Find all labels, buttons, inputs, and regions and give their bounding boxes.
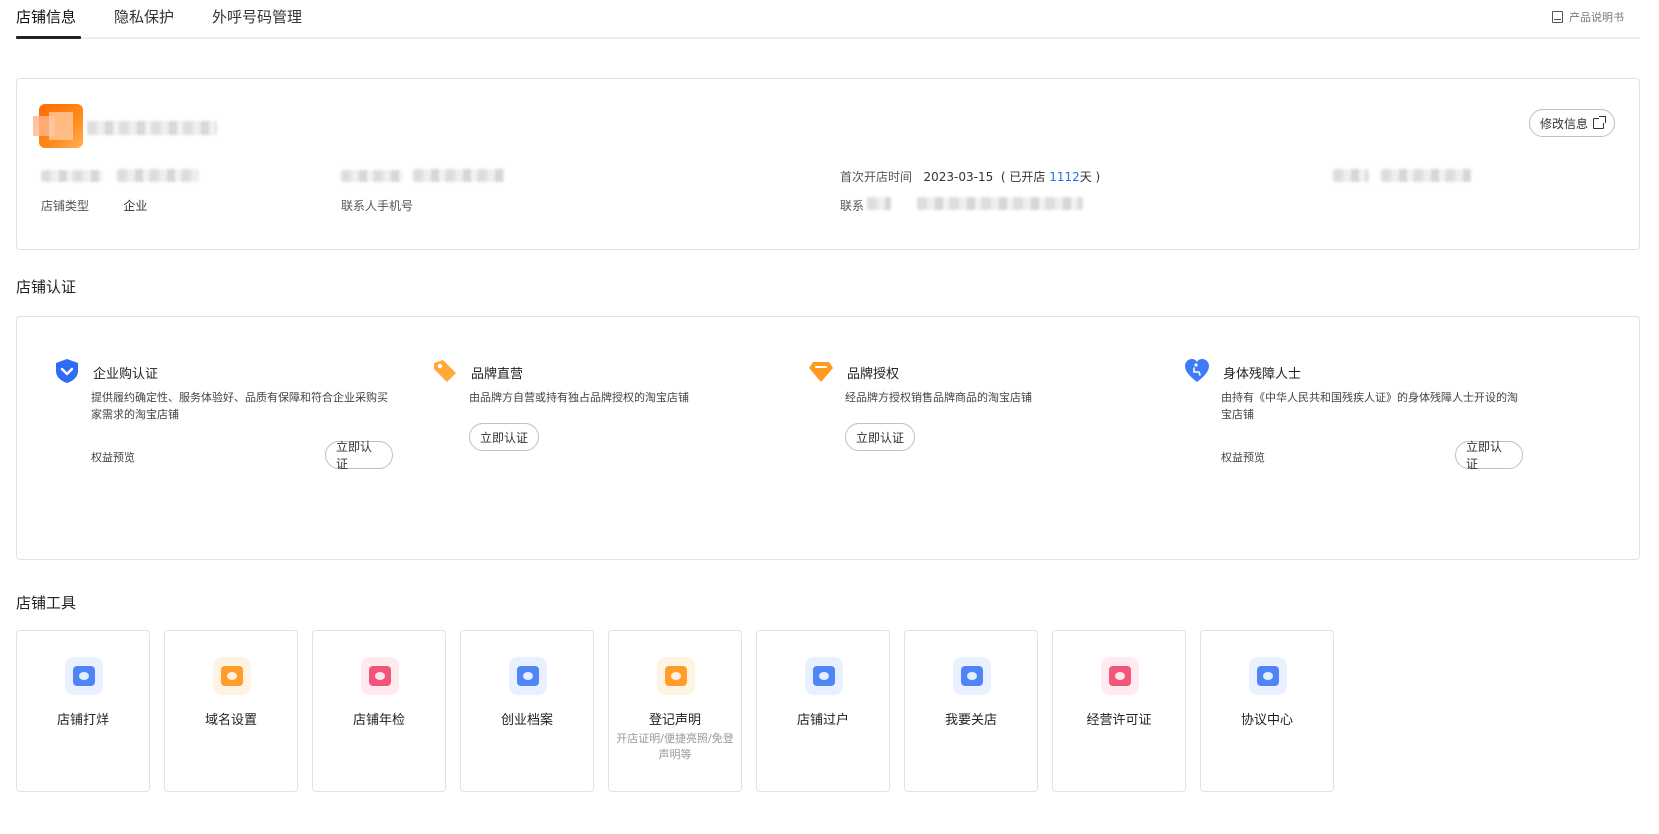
redacted-value <box>413 169 505 182</box>
inspection-shield-icon <box>361 657 399 695</box>
redacted-label <box>341 170 403 182</box>
tool-shop-transfer[interactable]: 店铺过户 <box>756 630 890 792</box>
domain-icon <box>213 657 251 695</box>
shop-info-card: 修改信息 首次开店时间 2023-03-15 ( 已开店 1112天 ) 店铺类… <box>16 78 1640 250</box>
cert-title: 品牌授权 <box>847 367 900 382</box>
tool-label: 店铺打烊 <box>56 713 109 728</box>
shield-check-icon <box>56 359 78 383</box>
days-open-prefix: ( 已开店 <box>1000 170 1046 184</box>
tool-domain-settings[interactable]: 域名设置 <box>164 630 298 792</box>
tool-label: 登记声明 <box>648 713 701 728</box>
rights-preview-link[interactable]: 权益预览 <box>91 449 135 465</box>
certification-card: 企业购认证 提供履约确定性、服务体验好、品质有保障和符合企业采购买家需求的淘宝店… <box>16 316 1640 560</box>
tool-label: 协议中心 <box>1240 713 1293 728</box>
open-date-value: 2023-03-15 <box>923 170 994 184</box>
shop-logo <box>33 104 83 148</box>
tool-label: 店铺年检 <box>352 713 405 728</box>
tabs-divider <box>16 37 1640 39</box>
tool-registration-statement[interactable]: 登记声明 开店证明/便捷亮照/免登声明等 <box>608 630 742 792</box>
active-tab-indicator <box>16 36 81 39</box>
tab-outbound-numbers[interactable]: 外呼号码管理 <box>212 6 302 27</box>
tool-shop-close[interactable]: 店铺打烊 <box>16 630 150 792</box>
shop-close-icon <box>65 657 103 695</box>
tool-close-shop[interactable]: 我要关店 <box>904 630 1038 792</box>
open-date-label: 首次开店时间 <box>840 170 913 184</box>
tool-label: 域名设置 <box>204 713 257 728</box>
contact-phone-label: 联系人手机号 <box>341 199 414 213</box>
tools-title: 店铺工具 <box>16 594 77 612</box>
redacted-label <box>1333 169 1369 182</box>
product-manual-link[interactable]: 产品说明书 <box>1552 9 1624 25</box>
edit-info-label: 修改信息 <box>1539 116 1588 131</box>
certify-now-button[interactable]: 立即认证 <box>469 423 540 451</box>
tool-agreement-center[interactable]: 协议中心 <box>1200 630 1334 792</box>
book-icon <box>1552 11 1563 23</box>
archive-icon <box>509 657 547 695</box>
redacted-value <box>1381 169 1471 182</box>
cert-title: 身体残障人士 <box>1223 367 1302 382</box>
tab-privacy[interactable]: 隐私保护 <box>114 6 174 27</box>
tab-shop-info[interactable]: 店铺信息 <box>16 6 76 27</box>
redacted-value <box>117 169 199 182</box>
cert-title: 品牌直营 <box>471 367 524 382</box>
edit-info-button[interactable]: 修改信息 <box>1528 109 1615 137</box>
top-tabs: 店铺信息 隐私保护 外呼号码管理 产品说明书 <box>16 0 1640 41</box>
certification-title: 店铺认证 <box>16 278 77 296</box>
cert-description: 由品牌方自营或持有独占品牌授权的淘宝店铺 <box>469 391 689 404</box>
agreement-icon <box>1249 657 1287 695</box>
tool-label: 创业档案 <box>500 713 553 728</box>
tool-label: 我要关店 <box>944 713 997 728</box>
shop-type-label: 店铺类型 <box>41 199 90 213</box>
tool-label: 店铺过户 <box>796 713 849 728</box>
redacted-value <box>917 197 1083 210</box>
tool-startup-archive[interactable]: 创业档案 <box>460 630 594 792</box>
tool-sublabel: 开店证明/便捷亮照/免登声明等 <box>616 732 734 761</box>
rights-preview-link[interactable]: 权益预览 <box>1221 449 1265 465</box>
cert-description: 由持有《中华人民共和国残疾人证》的身体残障人士开设的淘宝店铺 <box>1221 391 1518 421</box>
close-shop-icon <box>953 657 991 695</box>
open-date-row: 首次开店时间 2023-03-15 ( 已开店 1112天 ) <box>840 168 1100 185</box>
shop-name-redacted <box>87 121 217 135</box>
license-folder-icon <box>1101 657 1139 695</box>
certify-now-button[interactable]: 立即认证 <box>1455 440 1523 471</box>
external-link-icon <box>1593 115 1606 129</box>
transfer-icon <box>805 657 843 695</box>
product-manual-label: 产品说明书 <box>1569 11 1624 24</box>
tool-label: 经营许可证 <box>1086 713 1152 728</box>
shop-type-value: 企业 <box>123 199 148 213</box>
statement-icon <box>657 657 695 695</box>
cert-description: 提供履约确定性、服务体验好、品质有保障和符合企业采购买家需求的淘宝店铺 <box>91 391 388 421</box>
diamond-icon <box>809 362 833 382</box>
days-open-suffix: 天 ) <box>1079 170 1101 184</box>
redacted-label <box>41 170 103 182</box>
certify-now-button[interactable]: 立即认证 <box>845 423 916 451</box>
tag-icon <box>434 360 456 382</box>
certify-now-button[interactable]: 立即认证 <box>325 440 393 471</box>
cert-description: 经品牌方授权销售品牌商品的淘宝店铺 <box>845 391 1032 404</box>
days-open-count: 1112 <box>1049 170 1080 184</box>
cert-title: 企业购认证 <box>93 367 159 382</box>
heart-accessibility-icon <box>1185 359 1209 382</box>
contact-label: 联系 <box>840 199 865 213</box>
tool-annual-inspection[interactable]: 店铺年检 <box>312 630 446 792</box>
tool-business-license[interactable]: 经营许可证 <box>1052 630 1186 792</box>
shop-type-row: 店铺类型 企业 <box>41 197 147 214</box>
redacted-label <box>867 197 891 210</box>
